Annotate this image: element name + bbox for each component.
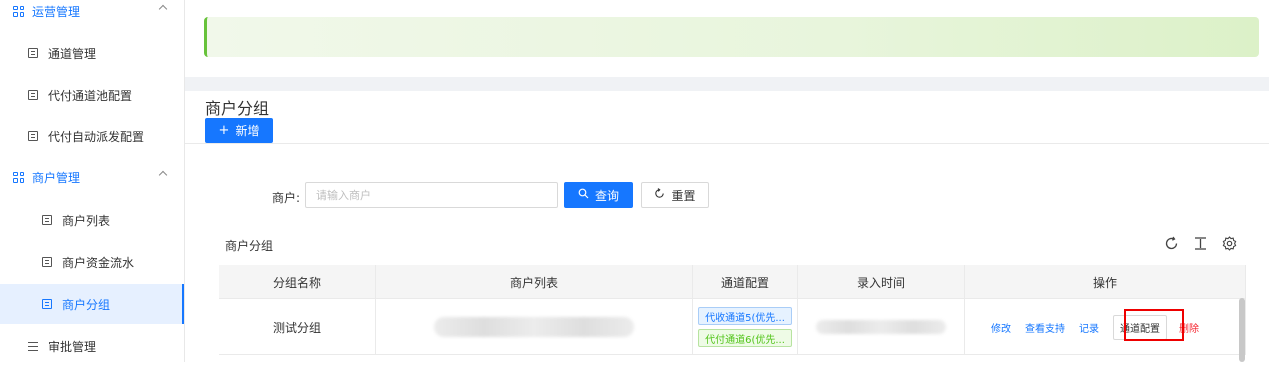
reset-button[interactable]: 重置 <box>641 182 709 208</box>
column-height-icon[interactable] <box>1192 235 1208 251</box>
channel-config-cell: 代收通道5(优先... 代付通道6(优先... <box>693 299 798 355</box>
file-icon <box>42 299 52 309</box>
reset-button-label: 重置 <box>671 188 696 203</box>
sidebar-item-merchant-group[interactable]: 商户分组 <box>0 284 184 324</box>
section-divider <box>185 77 1269 91</box>
table-row: 测试分组 代收通道5(优先... 代付通道6(优先... 修改 查看支持 记录 … <box>219 299 1246 355</box>
redacted-content <box>816 320 946 334</box>
sidebar-item-merchant-list[interactable]: 商户列表 <box>0 200 184 240</box>
page-title: 商户分组 <box>205 99 270 118</box>
sidebar-item-payout-auto-dispatch[interactable]: 代付自动派发配置 <box>0 116 184 156</box>
reload-icon <box>654 188 665 202</box>
table-toolbar <box>1163 235 1237 251</box>
sidebar-item-label: 通道管理 <box>48 46 97 61</box>
chevron-up-icon <box>158 170 168 180</box>
search-icon <box>578 188 589 202</box>
sidebar-item-merchant-funds[interactable]: 商户资金流水 <box>0 242 184 282</box>
column-header: 分组名称 <box>219 265 376 299</box>
sidebar-item-payout-pool[interactable]: 代付通道池配置 <box>0 75 184 115</box>
collection-channel-tag: 代收通道5(优先... <box>698 307 792 325</box>
plus-icon: + <box>218 123 230 138</box>
column-header: 通道配置 <box>693 265 798 299</box>
records-link[interactable]: 记录 <box>1079 320 1099 335</box>
sidebar-item-channel-management[interactable]: 通道管理 <box>0 33 184 73</box>
chevron-up-icon <box>158 4 168 14</box>
query-button[interactable]: 查询 <box>564 182 633 208</box>
merchant-list-cell <box>376 299 693 355</box>
query-button-label: 查询 <box>594 188 619 203</box>
add-button-label: 新增 <box>235 124 260 138</box>
sidebar-item-label: 代付自动派发配置 <box>48 129 145 144</box>
sidebar-item-label: 商户资金流水 <box>62 255 135 270</box>
sidebar: 运营管理 通道管理 代付通道池配置 代付自动派发配置 商户管理 商户列表 商户资… <box>0 0 185 362</box>
divider <box>185 143 1269 144</box>
redacted-content <box>434 317 634 337</box>
add-button[interactable]: + 新增 <box>205 118 273 143</box>
sidebar-group-label: 商户管理 <box>32 170 81 185</box>
file-icon <box>42 257 52 267</box>
sidebar-group-operations[interactable]: 运营管理 <box>0 0 184 28</box>
sidebar-item-label: 代付通道池配置 <box>48 88 133 103</box>
table-header: 分组名称 商户列表 通道配置 录入时间 操作 <box>219 265 1246 299</box>
table-scrollbar[interactable] <box>1239 298 1245 362</box>
column-header: 录入时间 <box>798 265 965 299</box>
file-icon <box>28 131 38 141</box>
file-icon <box>42 215 52 225</box>
edit-link[interactable]: 修改 <box>991 320 1011 335</box>
appstore-icon <box>13 171 24 183</box>
merchant-search-input[interactable] <box>305 182 558 208</box>
file-icon <box>28 48 38 58</box>
view-support-link[interactable]: 查看支持 <box>1025 320 1065 335</box>
group-name-cell: 测试分组 <box>219 299 376 355</box>
merchant-group-table: 分组名称 商户列表 通道配置 录入时间 操作 测试分组 代收通道5(优先... … <box>219 265 1246 355</box>
sidebar-group-label: 运营管理 <box>32 4 81 19</box>
notice-banner <box>204 17 1259 57</box>
column-header: 商户列表 <box>376 265 693 299</box>
sidebar-group-approval[interactable]: 审批管理 <box>0 326 184 366</box>
refresh-icon[interactable] <box>1163 235 1179 251</box>
setting-icon[interactable] <box>1221 235 1237 251</box>
merchant-search-label: 商户: <box>272 191 301 205</box>
table-title: 商户分组 <box>225 239 274 253</box>
menu-lines-icon <box>28 341 38 351</box>
entry-time-cell <box>798 299 965 355</box>
sidebar-group-merchant[interactable]: 商户管理 <box>0 160 184 194</box>
actions-cell: 修改 查看支持 记录 通道配置 删除 <box>965 299 1246 355</box>
appstore-icon <box>13 5 24 17</box>
file-icon <box>28 90 38 100</box>
sidebar-item-label: 审批管理 <box>48 339 97 354</box>
highlight-box <box>1124 309 1184 341</box>
sidebar-item-label: 商户列表 <box>62 213 111 228</box>
column-header: 操作 <box>965 265 1246 299</box>
sidebar-item-label: 商户分组 <box>62 297 111 312</box>
payout-channel-tag: 代付通道6(优先... <box>698 329 792 347</box>
